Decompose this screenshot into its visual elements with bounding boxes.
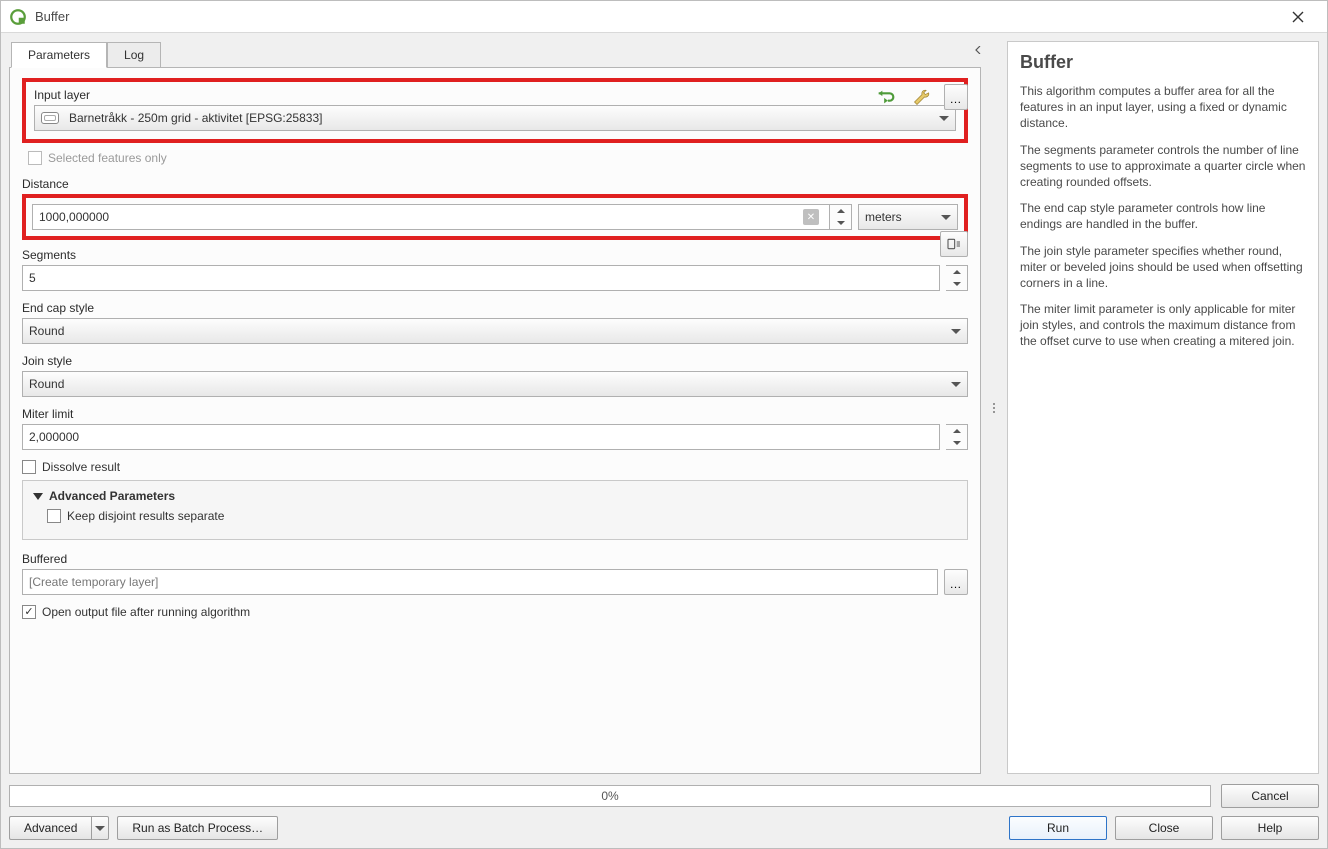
close-button[interactable]: Close	[1115, 816, 1213, 840]
cancel-button[interactable]: Cancel	[1221, 784, 1319, 808]
left-column: Parameters Log Input layer	[9, 41, 981, 774]
selected-features-only-checkbox[interactable]: Selected features only	[28, 151, 968, 165]
open-output-label: Open output file after running algorithm	[42, 605, 250, 619]
iterate-features-button[interactable]	[872, 84, 900, 110]
chevron-down-icon	[939, 116, 949, 121]
segments-spinner[interactable]	[946, 265, 968, 291]
selected-features-only-label: Selected features only	[48, 151, 167, 165]
input-layer-label: Input layer	[34, 88, 956, 102]
chevron-down-icon	[91, 816, 109, 840]
buffered-label: Buffered	[22, 552, 968, 566]
help-p4: The join style parameter specifies wheth…	[1020, 243, 1306, 292]
help-title: Buffer	[1020, 52, 1306, 73]
spin-up-icon[interactable]	[830, 205, 851, 217]
parameters-panel: Input layer Barnetråkk - 250m grid - akt…	[9, 67, 981, 774]
iterate-icon	[875, 87, 897, 107]
distance-label: Distance	[22, 177, 968, 191]
endcap-value: Round	[29, 324, 64, 338]
distance-field[interactable]: 1000,000000 ✕	[32, 204, 830, 230]
window-title: Buffer	[35, 9, 69, 24]
highlight-distance: 1000,000000 ✕ meters	[22, 194, 968, 240]
distance-spinner[interactable]	[830, 204, 852, 230]
tab-bar: Parameters Log	[11, 42, 981, 68]
miter-value: 2,000000	[29, 430, 79, 444]
chevron-down-icon	[951, 382, 961, 387]
close-icon	[1292, 11, 1304, 23]
buffered-output-field[interactable]: [Create temporary layer]	[22, 569, 938, 595]
chevron-down-icon	[941, 215, 951, 220]
segments-label: Segments	[22, 248, 968, 262]
advanced-options-button[interactable]	[908, 84, 936, 110]
miter-field[interactable]: 2,000000	[22, 424, 940, 450]
distance-unit-value: meters	[865, 210, 902, 224]
splitter-handle[interactable]	[991, 41, 997, 774]
checkbox-checked-icon	[22, 605, 36, 619]
spin-down-icon[interactable]	[946, 278, 967, 290]
run-batch-button[interactable]: Run as Batch Process…	[117, 816, 278, 840]
spin-down-icon[interactable]	[946, 437, 967, 449]
data-defined-icon	[946, 236, 962, 252]
joinstyle-value: Round	[29, 377, 64, 391]
run-button[interactable]: Run	[1009, 816, 1107, 840]
qgis-logo-icon	[9, 8, 27, 26]
input-layer-tools: …	[872, 84, 968, 110]
clear-input-icon[interactable]: ✕	[803, 209, 819, 225]
checkbox-box-icon	[28, 151, 42, 165]
chevron-down-icon	[951, 329, 961, 334]
dissolve-checkbox[interactable]: Dissolve result	[22, 460, 968, 474]
titlebar: Buffer	[1, 1, 1327, 33]
collapse-left-icon[interactable]	[973, 42, 983, 58]
data-defined-override-button[interactable]	[940, 231, 968, 257]
input-layer-browse-button[interactable]: …	[944, 84, 968, 110]
help-p1: This algorithm computes a buffer area fo…	[1020, 83, 1306, 132]
buffer-dialog: Buffer Parameters Log Input layer	[0, 0, 1328, 849]
buffered-browse-button[interactable]: …	[944, 569, 968, 595]
tab-parameters[interactable]: Parameters	[11, 42, 107, 68]
open-output-checkbox[interactable]: Open output file after running algorithm	[22, 605, 968, 619]
window-close-button[interactable]	[1277, 2, 1319, 32]
help-p2: The segments parameter controls the numb…	[1020, 142, 1306, 191]
checkbox-box-icon	[47, 509, 61, 523]
expand-triangle-icon	[33, 493, 43, 500]
help-p5: The miter limit parameter is only applic…	[1020, 301, 1306, 350]
progress-text: 0%	[601, 789, 618, 803]
highlight-input-layer: Input layer Barnetråkk - 250m grid - akt…	[22, 78, 968, 143]
joinstyle-combo[interactable]: Round	[22, 371, 968, 397]
help-panel: Buffer This algorithm computes a buffer …	[1007, 41, 1319, 774]
input-layer-value: Barnetråkk - 250m grid - aktivitet [EPSG…	[69, 111, 322, 125]
checkbox-box-icon	[22, 460, 36, 474]
endcap-label: End cap style	[22, 301, 968, 315]
keep-disjoint-label: Keep disjoint results separate	[67, 509, 224, 523]
tab-log-label: Log	[124, 48, 144, 62]
miter-label: Miter limit	[22, 407, 968, 421]
wrench-icon	[912, 87, 932, 107]
main-row: Parameters Log Input layer	[9, 41, 1319, 774]
keep-disjoint-checkbox[interactable]: Keep disjoint results separate	[47, 509, 957, 523]
bottom-bar: 0% Cancel Advanced Run as Batch Process……	[9, 774, 1319, 840]
segments-field[interactable]: 5	[22, 265, 940, 291]
endcap-combo[interactable]: Round	[22, 318, 968, 344]
tab-parameters-label: Parameters	[28, 48, 90, 62]
help-p3: The end cap style parameter controls how…	[1020, 200, 1306, 232]
distance-value: 1000,000000	[39, 210, 109, 224]
advanced-parameters-title: Advanced Parameters	[49, 489, 175, 503]
miter-spinner[interactable]	[946, 424, 968, 450]
advanced-parameters-group: Advanced Parameters Keep disjoint result…	[22, 480, 968, 540]
spin-down-icon[interactable]	[830, 217, 851, 229]
help-button[interactable]: Help	[1221, 816, 1319, 840]
advanced-menu-button[interactable]: Advanced	[9, 816, 109, 840]
spin-up-icon[interactable]	[946, 266, 967, 278]
buffered-placeholder: [Create temporary layer]	[29, 575, 158, 589]
advanced-parameters-header[interactable]: Advanced Parameters	[33, 489, 957, 503]
polygon-layer-icon	[41, 112, 59, 124]
distance-unit-combo[interactable]: meters	[858, 204, 958, 230]
progress-bar: 0%	[9, 785, 1211, 807]
dissolve-label: Dissolve result	[42, 460, 120, 474]
tab-log[interactable]: Log	[107, 42, 161, 68]
joinstyle-label: Join style	[22, 354, 968, 368]
segments-value: 5	[29, 271, 36, 285]
spin-up-icon[interactable]	[946, 425, 967, 437]
input-layer-combo[interactable]: Barnetråkk - 250m grid - aktivitet [EPSG…	[34, 105, 956, 131]
dialog-body: Parameters Log Input layer	[1, 33, 1327, 848]
